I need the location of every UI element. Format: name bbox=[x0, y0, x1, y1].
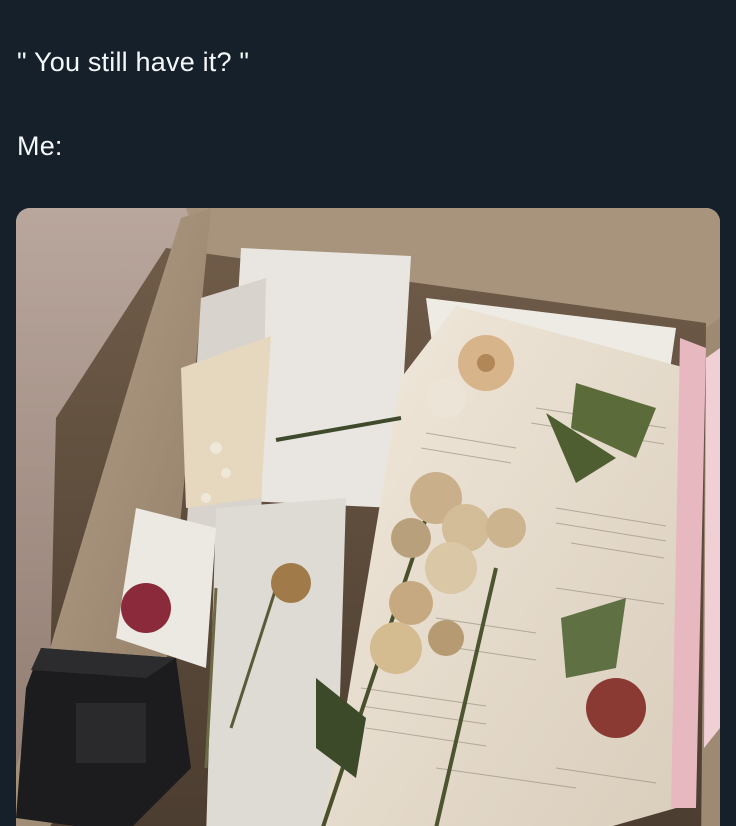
black-gift-box-face bbox=[76, 703, 146, 763]
tweet-text-line-1: " You still have it? " bbox=[17, 47, 250, 77]
pink-paper-2 bbox=[704, 348, 720, 748]
white-tissue bbox=[206, 498, 346, 826]
tweet-post: " You still have it? " Me: bbox=[0, 0, 736, 826]
box-of-keepsakes-image bbox=[16, 208, 720, 826]
tweet-text-line-2: Me: bbox=[17, 131, 63, 161]
tweet-photo[interactable] bbox=[16, 208, 720, 826]
